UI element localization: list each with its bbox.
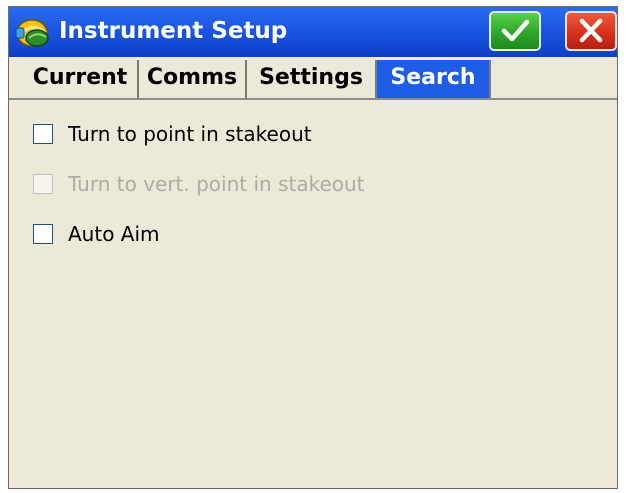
ok-button[interactable] [489,11,541,51]
search-settings-panel: Turn to point in stakeout Turn to vert. … [9,100,617,488]
tab-strip: Current Comms Settings Search [9,60,617,98]
instrument-setup-window: Instrument Setup Current Comms Settings … [8,6,618,489]
turn-to-vert-point-label: Turn to vert. point in stakeout [68,172,365,196]
turn-to-vert-point-checkbox [33,174,53,194]
window-title: Instrument Setup [59,18,288,44]
tab-search[interactable]: Search [377,60,491,98]
tab-comms[interactable]: Comms [139,60,247,98]
turn-to-point-checkbox[interactable] [33,124,53,144]
auto-aim-label: Auto Aim [68,222,160,246]
auto-aim-checkbox[interactable] [33,224,53,244]
cancel-button[interactable] [565,11,617,51]
tab-current[interactable]: Current [23,60,139,98]
tab-settings[interactable]: Settings [247,60,377,98]
survey-helmet-icon [13,13,53,51]
close-icon [579,18,603,43]
checkmark-icon [501,19,530,42]
turn-to-point-label: Turn to point in stakeout [68,122,312,146]
title-bar: Instrument Setup [9,7,617,57]
